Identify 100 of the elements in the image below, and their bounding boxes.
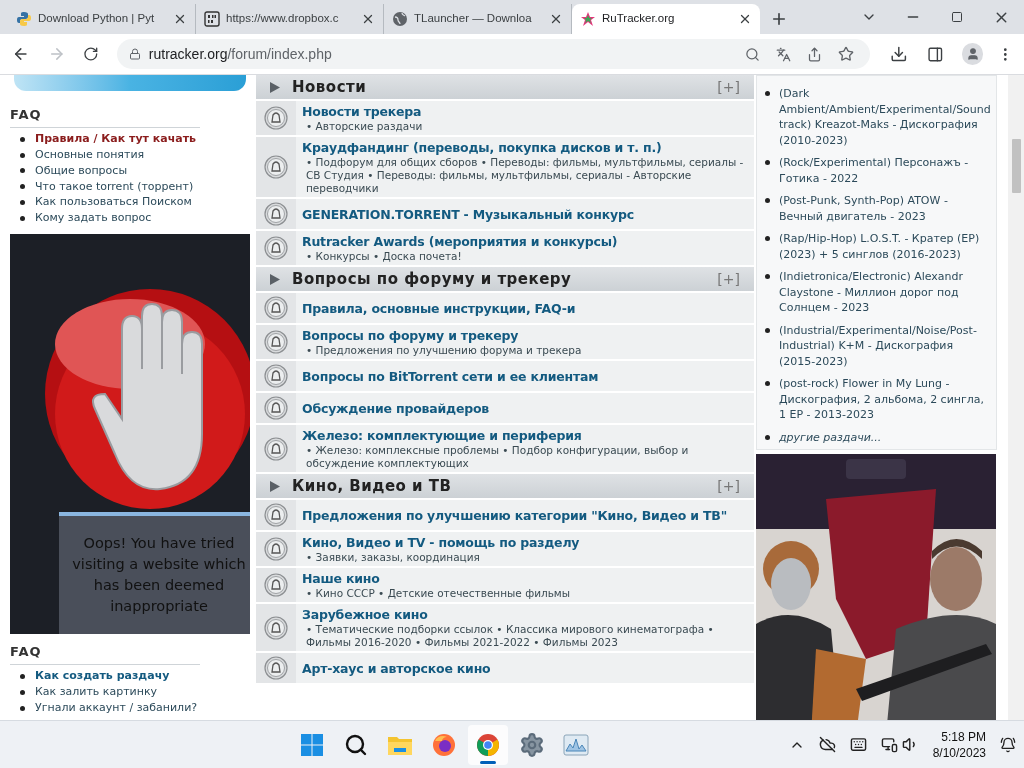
bullet-icon — [20, 168, 25, 174]
bell-icon — [264, 615, 288, 640]
forum-link[interactable]: Rutracker Awards (мероприятия и конкурсы) — [302, 233, 618, 250]
forum-link[interactable]: Зарубежное кино — [302, 606, 428, 623]
release-link[interactable]: (Rap/Hip-Hop) L.O.S.T. - Кратер (EP) (2023) + 5 синглов (2016-2023) — [779, 231, 992, 262]
faq-link[interactable]: Общие вопросы — [35, 162, 128, 180]
notification-icon[interactable] — [1000, 736, 1016, 753]
subforum-links: • Кино СССР • Детские отечественные фильмы — [305, 587, 572, 600]
forum-link[interactable]: Арт-хаус и авторское кино — [302, 659, 491, 677]
subforum-links: • Железо: комплексные проблемы • Подбор конфигурации, выбор и обсуждение комплектующих — [305, 444, 690, 470]
forum-link[interactable]: Кино, Видео и TV - помощь по разделу — [302, 534, 580, 551]
globe-icon — [392, 11, 408, 27]
release-link[interactable]: (Rock/Experimental) Персонажъ - Готика - 2022 — [779, 155, 992, 186]
faq-link[interactable]: Как залить картинку — [35, 684, 158, 701]
category-header[interactable]: Новости [+] — [256, 75, 754, 101]
forum-link[interactable]: Наше кино — [302, 570, 380, 587]
new-tab-icon[interactable] — [770, 10, 788, 28]
blocked-message: Oops! You have tried visiting a website which has been deemed inappropriate — [71, 534, 247, 617]
bullet-icon — [765, 381, 770, 387]
bullet-icon — [20, 184, 25, 190]
bullet-icon — [765, 327, 770, 333]
scrollbar[interactable] — [1008, 75, 1024, 720]
subforum-links: • Тематические подборки ссылок • Классика мирового кинематографа • Фильмы 2016-2020 • Фильмы 2021-2022 • Фильмы 2023 — [305, 623, 715, 649]
close-icon[interactable] — [361, 12, 375, 26]
gear-icon — [519, 731, 546, 758]
bell-icon — [264, 296, 288, 320]
release-link[interactable]: (post-rock) Flower in My Lung - Дискография, 2 альбома, 2 сингла, 1 EP - 2013-2023 — [779, 376, 992, 423]
faq-link[interactable]: Правила / Как тут качать — [35, 131, 196, 148]
profile-avatar[interactable] — [961, 43, 984, 65]
category-header[interactable]: Кино, Видео и ТВ [+] — [256, 474, 754, 500]
chrome-icon — [476, 732, 501, 757]
forum-link[interactable]: GENERATION.TORRENT - Музыкальный конкурс — [302, 205, 634, 223]
faq-heading: FAQ — [10, 642, 200, 665]
faq-link[interactable]: Основные понятия — [35, 146, 145, 164]
forum-link[interactable]: Правила, основные инструкции, FAQ-и — [302, 299, 576, 317]
bookmark-icon[interactable] — [837, 46, 854, 62]
forum-link[interactable]: Вопросы по BitTorrent сети и ее клиентам — [302, 367, 599, 385]
faq-link[interactable]: Что такое torrent (торрент) — [35, 178, 194, 196]
bullet-icon — [765, 434, 770, 440]
bell-icon — [264, 202, 288, 226]
release-link[interactable]: (Indietronica/Electronic) Alexandr Claystone - Миллион дорог под Солнцем - 2023 — [779, 269, 992, 316]
bullet-icon — [765, 236, 770, 242]
download-icon[interactable] — [889, 45, 908, 63]
bullet-icon — [20, 674, 25, 680]
forum-link[interactable]: Краудфандинг (переводы, покупка дисков и т. п.) — [302, 139, 662, 156]
star-logo-icon — [580, 11, 596, 27]
bell-icon — [264, 573, 288, 597]
release-link[interactable]: другие раздачи... — [779, 429, 992, 445]
faq-link[interactable]: Как создать раздачу — [35, 668, 170, 685]
forum-link[interactable]: Новости трекера — [302, 103, 422, 120]
cloud-off-icon[interactable] — [818, 736, 836, 753]
scrollbar-thumb[interactable] — [1011, 139, 1021, 193]
share-icon[interactable] — [806, 46, 822, 62]
maximize-icon[interactable] — [951, 11, 963, 23]
clock-time[interactable]: 5:18 PM — [941, 728, 986, 745]
bullet-icon — [20, 689, 25, 695]
tab-title: RuTracker.org — [602, 11, 676, 27]
release-link[interactable]: (Post-Punk, Synth-Pop) ATOW - Вечный двигатель - 2023 — [779, 193, 992, 224]
reload-icon[interactable] — [83, 46, 99, 62]
faq-link[interactable]: Угнали аккаунт / забанили? — [35, 700, 198, 717]
category-title: Вопросы по форуму и трекеру — [292, 268, 573, 290]
close-icon[interactable] — [549, 12, 563, 26]
taskbar-button[interactable] — [468, 724, 509, 765]
address-bar[interactable]: rutracker.org/forum/index.php — [116, 39, 870, 69]
bullet-icon — [765, 198, 770, 204]
category-header[interactable]: Вопросы по форуму и трекеру [+] — [256, 267, 754, 293]
close-icon[interactable] — [738, 12, 752, 26]
windows-icon — [300, 732, 325, 757]
lock-icon — [128, 48, 141, 60]
tab-title: Download Python | Pyt — [38, 11, 156, 27]
tab-title: https://www.dropbox.c — [226, 11, 340, 27]
bell-icon — [264, 106, 288, 130]
bell-icon — [264, 236, 288, 260]
python-icon — [16, 11, 32, 27]
active-indicator — [480, 760, 497, 764]
browser-tab[interactable]: RuTracker.org — [572, 4, 760, 34]
forum-link[interactable]: Железо: комплектующие и периферия — [302, 427, 582, 444]
subforum-links: • Авторские раздачи — [305, 120, 424, 133]
network-icon[interactable] — [880, 736, 898, 753]
release-link[interactable]: (Dark Ambient/Ambient/Experimental/Soundtrack) Kreazot-Maks - Дискография (2010-2023) — [779, 86, 992, 148]
keyboard-icon[interactable] — [849, 736, 867, 753]
translate-icon[interactable] — [775, 46, 791, 62]
search-icon[interactable] — [744, 46, 760, 62]
bell-icon — [264, 396, 288, 420]
side-panel-icon[interactable] — [927, 45, 944, 63]
bell-icon — [264, 537, 288, 561]
bullet-icon — [20, 200, 25, 206]
bell-icon — [264, 330, 288, 354]
search-icon — [344, 732, 369, 757]
release-link[interactable]: (Industrial/Experimental/Noise/Post-Industrial) K+M - Дискография (2015-2023) — [779, 322, 992, 369]
forum-link[interactable]: Предложения по улучшению категории "Кино, Видео и ТВ" — [302, 506, 727, 524]
close-icon[interactable] — [173, 12, 187, 26]
triangle-icon — [270, 480, 280, 492]
faq-link[interactable]: Как пользоваться Поиском — [35, 194, 192, 211]
forum-link[interactable]: Вопросы по форуму и трекеру — [302, 327, 519, 344]
forum-link[interactable]: Обсуждение провайдеров — [302, 399, 490, 417]
bell-icon — [264, 155, 288, 179]
faq-link[interactable]: Кому задать вопрос — [35, 210, 152, 227]
clock-date[interactable]: 8/10/2023 — [932, 744, 986, 761]
triangle-icon — [270, 81, 280, 93]
